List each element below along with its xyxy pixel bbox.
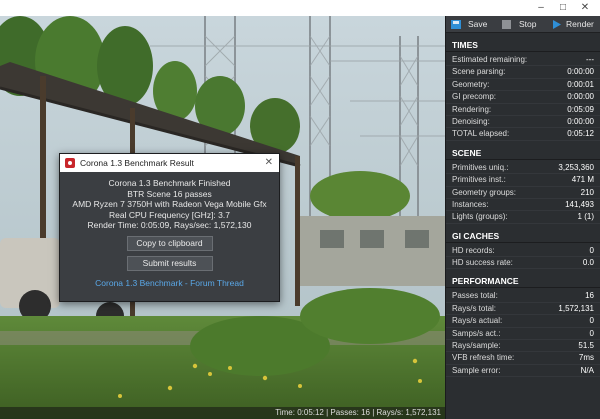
- stat-row: Sample error: N/A: [446, 365, 600, 378]
- stop-icon: [502, 20, 511, 29]
- stat-row: Rendering: 0:05:09: [446, 104, 600, 116]
- stat-row: Passes total: 16: [446, 290, 600, 303]
- stop-button[interactable]: Stop: [502, 16, 537, 33]
- stat-row: HD success rate: 0.0: [446, 257, 600, 270]
- stat-row: Rays/s actual: 0: [446, 315, 600, 328]
- result-line: AMD Ryzen 7 3750H with Radeon Vega Mobil…: [72, 199, 267, 209]
- stats-panel: Save Stop Render TIMES Estimated remaini…: [445, 16, 600, 419]
- stat-row: Instances: 141,493: [446, 199, 600, 212]
- minimize-icon[interactable]: –: [530, 0, 552, 16]
- status-bar: Time: 0:05:12 | Passes: 16 | Rays/s: 1,5…: [0, 407, 445, 419]
- submit-results-button[interactable]: Submit results: [126, 255, 213, 271]
- section-heading: SCENE: [446, 147, 600, 160]
- stat-row: Rays/s total: 1,572,131: [446, 303, 600, 316]
- close-icon[interactable]: ✕: [265, 154, 273, 172]
- forum-thread-link[interactable]: Corona 1.3 Benchmark - Forum Thread: [60, 278, 279, 287]
- section-heading: GI CACHES: [446, 230, 600, 243]
- result-line: BTR Scene 16 passes: [127, 188, 212, 199]
- dialog-title: Corona 1.3 Benchmark Result: [80, 158, 194, 168]
- stat-row: Denoising: 0:00:00: [446, 116, 600, 129]
- stat-row: Samps/s act.: 0: [446, 328, 600, 341]
- close-icon[interactable]: ✕: [574, 0, 596, 16]
- stat-row: Primitives inst.: 471 M: [446, 174, 600, 187]
- stat-row: GI precomp: 0:00:00: [446, 91, 600, 104]
- stat-row: Geometry groups: 210: [446, 187, 600, 199]
- corona-logo-icon: [65, 158, 75, 168]
- gi-caches-section: GI CACHES HD records: 0 HD success rate: 0…: [446, 230, 600, 270]
- dialog-body: Corona 1.3 Benchmark Finished BTR Scene …: [60, 172, 279, 287]
- section-heading: PERFORMANCE: [446, 275, 600, 289]
- copy-to-clipboard-button[interactable]: Copy to clipboard: [126, 235, 213, 251]
- save-icon: [451, 20, 461, 29]
- times-section: TIMES Estimated remaining: --- Scene pars…: [446, 39, 600, 141]
- scene-section: SCENE Primitives uniq.: 3,253,360 Primiti…: [446, 147, 600, 224]
- stat-row: Scene parsing: 0:00:00: [446, 66, 600, 79]
- benchmark-result-dialog: Corona 1.3 Benchmark Result ✕ Corona 1.3…: [59, 153, 280, 302]
- stat-row: VFB refresh time: 7ms: [446, 352, 600, 365]
- save-button[interactable]: Save: [451, 16, 487, 33]
- play-icon: [553, 20, 561, 29]
- result-line: Real CPU Frequency [GHz]: 3.7: [109, 209, 230, 220]
- maximize-icon[interactable]: □: [552, 0, 574, 16]
- render-button[interactable]: Render: [552, 16, 594, 33]
- stat-row: HD records: 0: [446, 245, 600, 258]
- dialog-titlebar: Corona 1.3 Benchmark Result ✕: [60, 154, 279, 172]
- stat-row: Estimated remaining: ---: [446, 54, 600, 67]
- section-heading: TIMES: [446, 39, 600, 52]
- stat-row: TOTAL elapsed: 0:05:12: [446, 128, 600, 141]
- window-titlebar: – □ ✕: [0, 0, 600, 16]
- stat-row: Primitives uniq.: 3,253,360: [446, 162, 600, 175]
- result-line: Render Time: 0:05:09, Rays/sec: 1,572,13…: [87, 220, 252, 230]
- render-toolbar: Save Stop Render: [446, 16, 600, 33]
- stat-row: Rays/sample: 51.5: [446, 340, 600, 353]
- stat-row: Lights (groups): 1 (1): [446, 211, 600, 224]
- performance-section: PERFORMANCE Passes total: 16 Rays/s total…: [446, 275, 600, 378]
- result-line: Corona 1.3 Benchmark Finished: [108, 178, 231, 188]
- stat-row: Geometry: 0:00:01: [446, 79, 600, 92]
